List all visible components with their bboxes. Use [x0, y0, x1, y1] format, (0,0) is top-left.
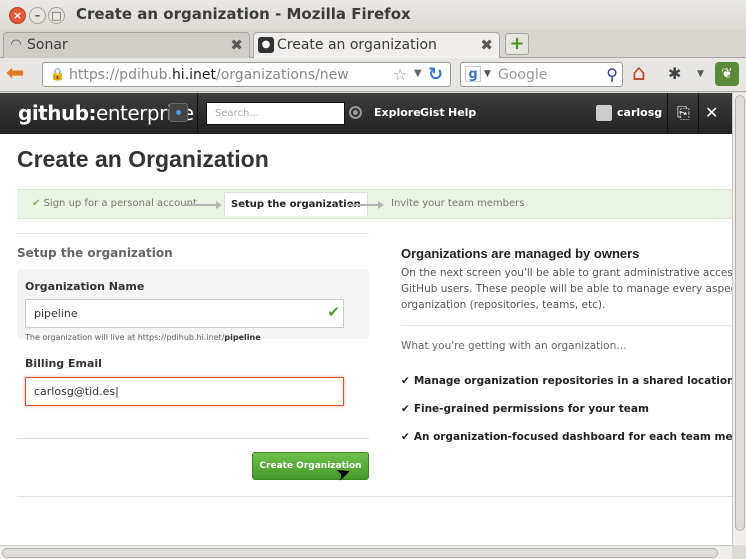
checkmark-icon: ✔: [32, 198, 41, 209]
header-divider: [667, 93, 668, 134]
checkmark-icon: ✔: [401, 431, 410, 443]
vertical-scrollbar[interactable]: [732, 93, 746, 545]
url-text: https://pdihub.hi.inet/organizations/new: [69, 67, 349, 83]
checkmark-icon: ✔: [327, 303, 340, 321]
divider: [17, 496, 732, 497]
github-header: github:enterprise Search... Explore Gist…: [0, 93, 732, 134]
lock-icon: 🔒: [50, 67, 65, 81]
firebug-dropdown-icon[interactable]: ▼: [697, 69, 704, 79]
divider: [17, 233, 369, 234]
checkmark-icon: ✔: [401, 375, 410, 387]
search-engine-dropdown-icon[interactable]: ▼: [484, 69, 491, 79]
divider: [17, 438, 369, 439]
avatar[interactable]: [596, 105, 612, 121]
checkmark-icon: ✔: [401, 403, 410, 415]
url-dropdown-icon[interactable]: ▼: [414, 68, 422, 79]
home-icon[interactable]: ⌂: [632, 61, 646, 86]
nav-gist[interactable]: Gist: [420, 106, 445, 119]
github-enterprise-logo[interactable]: github:enterprise: [18, 101, 194, 125]
url-bar[interactable]: 🔒 https://pdihub.hi.inet/organizations/n…: [42, 62, 451, 87]
feature-item: ✔ Manage organization repositories in a s…: [401, 375, 732, 387]
step-arrow-icon: [185, 201, 222, 209]
step-invite-team: Invite your team members: [391, 198, 525, 209]
github-search-input[interactable]: Search...: [206, 102, 345, 125]
header-divider: [197, 93, 198, 134]
navigation-toolbar: ⬅ 🔒 https://pdihub.hi.inet/organizations…: [0, 58, 746, 92]
tab-label: Sonar: [27, 37, 68, 53]
github-favicon-icon: ●: [258, 37, 274, 53]
tab-create-organization[interactable]: ● Create an organization ✖: [253, 32, 500, 58]
bookmark-star-icon[interactable]: ☆: [393, 65, 407, 84]
username-link[interactable]: carlosg: [617, 106, 662, 119]
section-heading: Setup the organization: [17, 246, 173, 260]
window-minimize-button[interactable]: –: [29, 7, 46, 24]
header-divider: [698, 93, 699, 134]
new-tab-button[interactable]: +: [505, 33, 529, 55]
window-close-button[interactable]: ×: [9, 7, 26, 24]
page-title: Create an Organization: [17, 146, 269, 172]
nav-help[interactable]: Help: [448, 106, 476, 119]
step-arrow-icon: [347, 201, 384, 209]
window-titlebar: × – □ Create an organization - Mozilla F…: [0, 0, 746, 30]
window-title: Create an organization - Mozilla Firefox: [76, 5, 411, 23]
org-name-label: Organization Name: [25, 280, 145, 293]
tab-label: Create an organization: [277, 37, 437, 53]
google-engine-icon[interactable]: g: [465, 66, 481, 82]
scrollbar-thumb[interactable]: [735, 95, 745, 531]
org-url-note: The organization will live at https://pd…: [25, 333, 261, 342]
reload-icon[interactable]: ↻: [428, 64, 443, 85]
search-bar[interactable]: g ▼ Google ⚲: [460, 62, 623, 87]
horizontal-scrollbar[interactable]: [0, 545, 732, 559]
billing-email-input[interactable]: carlosg@tid.es|: [25, 377, 344, 406]
aside-title: Organizations are managed by owners: [401, 246, 640, 261]
back-arrow-icon[interactable]: ⬅: [6, 63, 24, 85]
nav-explore[interactable]: Explore: [374, 106, 421, 119]
aside-subtitle: What you're getting with an organization…: [401, 340, 627, 352]
scrollbar-thumb[interactable]: [2, 548, 718, 558]
firebug-icon[interactable]: ✱: [668, 64, 681, 83]
scrollbar-corner: [732, 545, 746, 559]
feature-item: ✔ Fine-grained permissions for your team: [401, 403, 649, 415]
billing-email-label: Billing Email: [25, 357, 102, 370]
page-viewport: github:enterprise Search... Explore Gist…: [0, 93, 732, 545]
tab-sonar[interactable]: ◠ Sonar ✖: [3, 32, 250, 58]
tab-close-icon[interactable]: ✖: [480, 36, 493, 54]
step-sign-up: ✔ Sign up for a personal account: [32, 198, 197, 209]
create-repo-icon[interactable]: ⎘: [677, 103, 690, 123]
search-scope-icon[interactable]: [349, 106, 362, 119]
window-maximize-button[interactable]: □: [48, 7, 65, 24]
tab-bar: ◠ Sonar ✖ ● Create an organization ✖ +: [0, 30, 746, 58]
sonar-favicon-icon: ◠: [10, 37, 22, 52]
settings-tools-icon[interactable]: ✕: [705, 103, 718, 122]
search-placeholder: Google: [498, 67, 548, 83]
org-name-input[interactable]: pipeline ✔: [25, 299, 344, 328]
tab-close-icon[interactable]: ✖: [230, 36, 243, 54]
search-icon[interactable]: ⚲: [606, 65, 618, 84]
aside-description: On the next screen you'll be able to gra…: [401, 267, 732, 311]
progress-steps: ✔ Sign up for a personal account Setup t…: [17, 189, 732, 219]
evernote-icon[interactable]: ❦: [715, 62, 739, 86]
feature-item: ✔ An organization-focused dashboard for e…: [401, 431, 732, 443]
divider: [401, 325, 732, 326]
enterprise-badge-icon: [169, 103, 188, 122]
